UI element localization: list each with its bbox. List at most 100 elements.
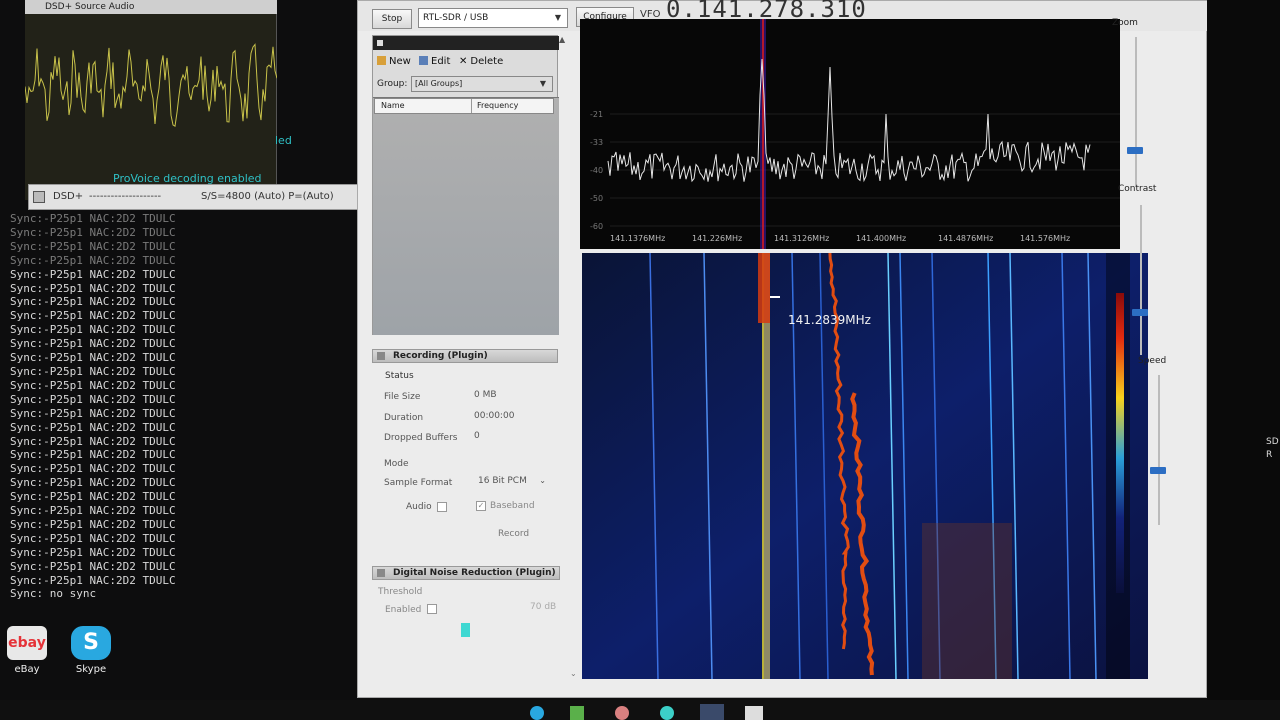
desktop-edge-text: SD R	[1266, 436, 1279, 462]
spectrum-display[interactable]: -21 -33 -40 -50 -60 141.1376MHz 141.226MHz 141…	[580, 19, 1120, 249]
group-value: [All Groups]	[415, 79, 463, 88]
sample-format-select[interactable]: 16 Bit PCM ⌄	[478, 476, 546, 486]
console-line: Sync:-P25p1 NAC:2D2 TDULC	[10, 476, 176, 490]
recording-plugin-header[interactable]: Recording (Plugin)	[372, 349, 558, 363]
threshold-label: Threshold	[378, 587, 423, 597]
threshold-slider-thumb[interactable]	[461, 623, 470, 637]
spectrum-y-tick: -33	[590, 138, 603, 147]
spectrum-x-tick: 141.3126MHz	[774, 234, 829, 243]
console-line: Sync:-P25p1 NAC:2D2 TDULC	[10, 420, 176, 434]
contrast-slider-thumb[interactable]	[1132, 309, 1148, 316]
new-icon	[377, 56, 386, 65]
scroll-down-icon[interactable]: ⌄	[570, 669, 577, 678]
edit-button[interactable]: Edit	[419, 56, 450, 67]
baseband-checkbox[interactable]: ✓	[476, 501, 486, 511]
dsd-status-text: S/S=4800 (Auto) P=(Auto)	[201, 191, 334, 202]
ebay-label: eBay	[14, 664, 40, 675]
console-line: Sync: no sync	[10, 587, 97, 601]
status-label: Status	[385, 371, 414, 381]
delete-button[interactable]: ✕ Delete	[459, 56, 503, 67]
source-value: RTL-SDR / USB	[423, 13, 489, 23]
edit-label: Edit	[431, 56, 451, 67]
stop-button[interactable]: Stop	[372, 9, 412, 29]
waterfall-colorbar	[1116, 293, 1124, 593]
sample-format-label: Sample Format	[384, 478, 453, 488]
edit-icon	[419, 56, 428, 65]
spectrum-x-tick: 141.576MHz	[1020, 234, 1070, 243]
console-line: Sync:-P25p1 NAC:2D2 TDULC	[10, 517, 176, 531]
console-line: Sync:-P25p1 NAC:2D2 TDULC	[10, 559, 176, 573]
dsd-window-title[interactable]: DSD+ -------------------- S/S=4800 (Auto…	[28, 184, 360, 210]
desktop-icons: ebay eBay S Skype	[0, 626, 130, 686]
edge-text-line2: R	[1266, 450, 1273, 460]
console-line: Sync:-P25p1 NAC:2D2 TDULC	[10, 531, 176, 545]
dsd-title-text: DSD+	[53, 191, 84, 202]
col-frequency[interactable]: Frequency	[477, 101, 518, 110]
console-line: Sync:-P25p1 NAC:2D2 TDULC	[10, 323, 176, 337]
ebay-shortcut[interactable]: ebay eBay	[2, 626, 52, 675]
chevron-down-icon: ▼	[554, 13, 562, 22]
taskbar-app-icon[interactable]	[615, 706, 629, 720]
skype-icon: S	[71, 626, 111, 660]
taskbar-app-icon[interactable]	[745, 706, 763, 720]
contrast-slider-track[interactable]	[1140, 205, 1142, 355]
console-output: Sync:-P25p1 NAC:2D2 TDULC Sync:-P25p1 NAC…	[10, 212, 360, 601]
panel-header	[373, 36, 559, 50]
dsd-app-icon	[33, 191, 45, 203]
frequency-toolbar: New Edit ✕ Delete	[373, 54, 559, 74]
desktop-right-edge	[1207, 0, 1280, 720]
zoom-slider-thumb[interactable]	[1127, 147, 1143, 154]
collapse-icon[interactable]	[377, 40, 383, 46]
console-line: Sync:-P25p1 NAC:2D2 TDULC	[10, 462, 176, 476]
speed-slider-track[interactable]	[1158, 375, 1160, 525]
new-label: New	[389, 56, 411, 67]
source-select[interactable]: RTL-SDR / USB ▼	[418, 8, 568, 28]
taskbar-app-icon[interactable]	[530, 706, 544, 720]
desktop: DSD+ Source Audio led ProVoice decoding …	[0, 0, 1280, 720]
record-button[interactable]: Record	[498, 529, 529, 539]
audio-label: Audio	[406, 502, 432, 512]
contrast-label: Contrast	[1118, 184, 1157, 194]
console-line: Sync:-P25p1 NAC:2D2 TDULC	[10, 378, 176, 392]
source-audio-title: DSD+ Source Audio	[25, 0, 277, 14]
console-line: Sync:-P25p1 NAC:2D2 TDULC	[10, 351, 176, 365]
recording-header-label: Recording (Plugin)	[393, 351, 488, 361]
taskbar-app-icon[interactable]	[570, 706, 584, 720]
console-line: Sync:-P25p1 NAC:2D2 TDULC	[10, 392, 176, 406]
group-label: Group:	[377, 79, 408, 89]
panel-scroll-up-icon[interactable]: ▲	[559, 35, 569, 45]
group-select[interactable]: [All Groups] ▼	[411, 76, 553, 92]
col-name[interactable]: Name	[381, 101, 405, 110]
file-size-value: 0 MB	[474, 390, 497, 400]
skype-shortcut[interactable]: S Skype	[66, 626, 116, 675]
delete-label: Delete	[470, 56, 504, 67]
delete-icon: ✕	[459, 56, 468, 67]
waterfall-hot-signal	[758, 253, 770, 323]
speed-slider-thumb[interactable]	[1150, 467, 1166, 474]
console-line: Sync:-P25p1 NAC:2D2 TDULC	[10, 337, 176, 351]
table-header: Name Frequency	[374, 98, 554, 114]
console-line: Sync:-P25p1 NAC:2D2 TDULC	[10, 545, 176, 559]
dnr-enabled-checkbox[interactable]	[427, 604, 437, 614]
console-line: Sync:-P25p1 NAC:2D2 TDULC	[10, 281, 176, 295]
waterfall-glare	[922, 523, 1012, 679]
frequency-table[interactable]: Name Frequency	[373, 97, 559, 335]
dnr-plugin-header[interactable]: Digital Noise Reduction (Plugin)	[372, 566, 560, 580]
taskbar-active-app-icon[interactable]	[700, 704, 724, 720]
enabled-label: Enabled	[385, 605, 422, 615]
mode-label: Mode	[384, 459, 409, 469]
dropped-buffers-value: 0	[474, 431, 480, 441]
console-line: Sync:-P25p1 NAC:2D2 TDULC	[10, 253, 176, 267]
console-line: Sync:-P25p1 NAC:2D2 TDULC	[10, 295, 176, 309]
new-button[interactable]: New	[377, 56, 411, 67]
spectrum-y-tick: -40	[590, 166, 603, 175]
audio-checkbox[interactable]	[437, 502, 447, 512]
console-line: Sync:-P25p1 NAC:2D2 TDULC	[10, 573, 176, 587]
source-audio-window: DSD+ Source Audio	[25, 0, 277, 200]
speed-label: Speed	[1138, 356, 1167, 366]
sdr-main-window: Stop RTL-SDR / USB ▼ Configure VFO 0.141…	[357, 0, 1208, 698]
taskbar-app-icon[interactable]	[660, 706, 674, 720]
chevron-down-icon: ▼	[539, 79, 547, 88]
console-line: Sync:-P25p1 NAC:2D2 TDULC	[10, 309, 176, 323]
zoom-slider-track[interactable]	[1135, 37, 1137, 187]
